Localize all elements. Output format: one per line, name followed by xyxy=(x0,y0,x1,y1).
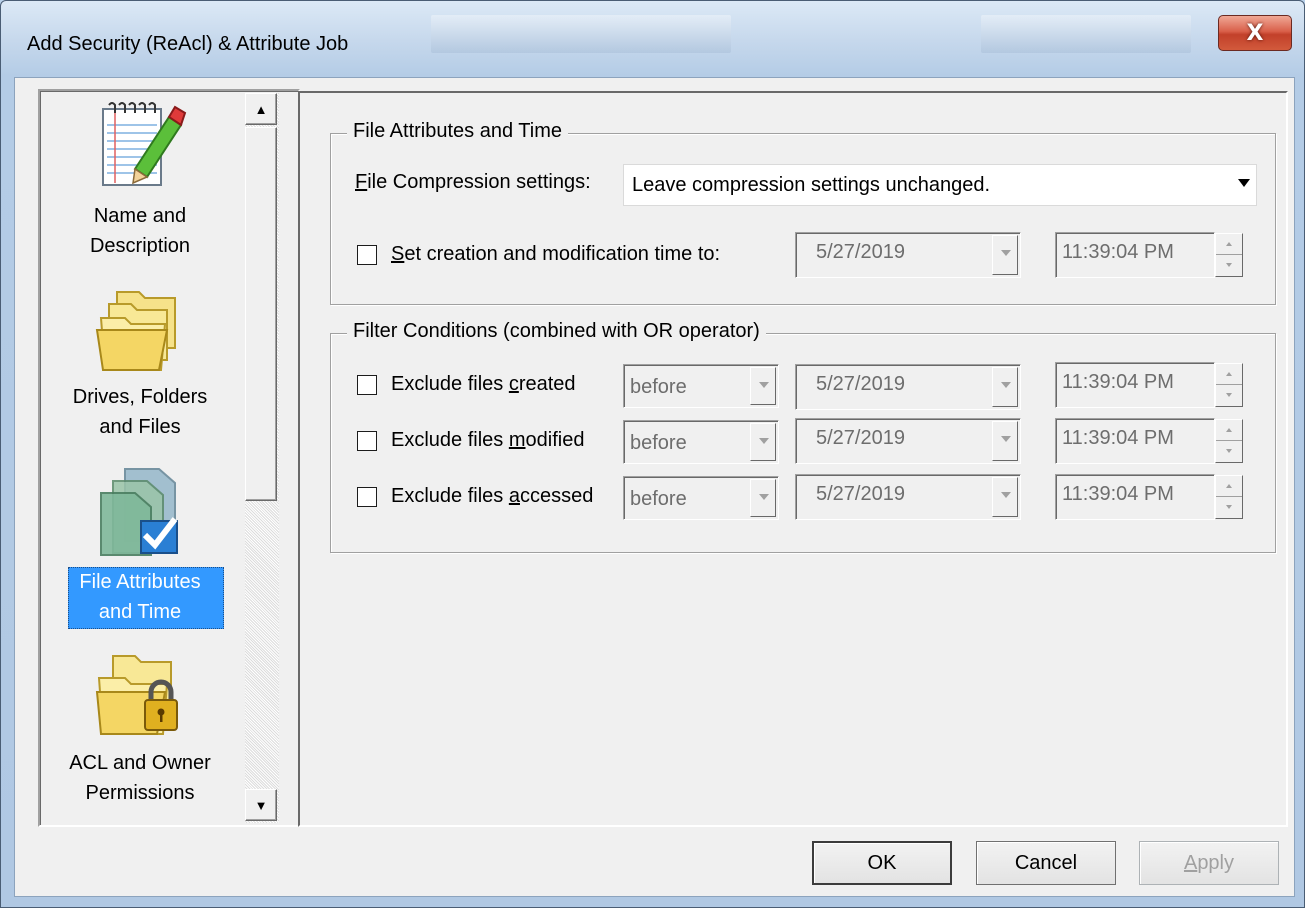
date-value: 5/27/2019 xyxy=(816,373,905,395)
nav-label-line2: Permissions xyxy=(85,782,195,804)
exclude-accessed-date-picker[interactable]: 5/27/2019 xyxy=(795,474,1021,520)
exclude-created-date-picker[interactable]: 5/27/2019 xyxy=(795,364,1021,410)
nav-item-drives-folders-files[interactable]: Drives, Folders and Files xyxy=(40,276,240,456)
filter-conditions-group: Filter Conditions (combined with OR oper… xyxy=(330,320,1276,553)
exclude-modified-time-field[interactable]: 11:39:04 PM xyxy=(1055,418,1215,464)
exclude-modified-date-picker[interactable]: 5/27/2019 xyxy=(795,418,1021,464)
notepad-pencil-icon xyxy=(102,102,187,186)
title-bar[interactable]: Add Security (ReAcl) & Attribute Job X xyxy=(1,1,1304,77)
spin-down-icon[interactable] xyxy=(1216,441,1242,462)
set-time-label: Set creation and modification time to: xyxy=(391,243,721,265)
exclude-modified-label: Exclude files modified xyxy=(391,429,585,451)
time-value: 11:39:04 PM xyxy=(1062,427,1174,449)
chevron-down-icon xyxy=(1238,179,1250,187)
file-attributes-group: File Attributes and Time File Compressio… xyxy=(330,120,1276,305)
exclude-modified-mode-dropdown[interactable]: before xyxy=(623,420,779,464)
nav-item-name-and-description[interactable]: Name and Description xyxy=(40,91,240,271)
nav-label-line1: File Attributes xyxy=(79,571,201,593)
exclude-created-mode-dropdown[interactable]: before xyxy=(623,364,779,408)
nav-item-file-attributes-and-time[interactable]: File Attributes and Time xyxy=(40,461,240,641)
exclude-accessed-mode-dropdown[interactable]: before xyxy=(623,476,779,520)
background-blur xyxy=(431,15,731,53)
spin-down-icon[interactable] xyxy=(1216,497,1242,518)
apply-label-key: A xyxy=(1183,852,1198,874)
scroll-down-arrow-icon: ▼ xyxy=(254,797,268,813)
spin-up-icon[interactable] xyxy=(1216,364,1242,385)
dialog-client-area: Name and Description Drives, Folders and… xyxy=(14,77,1295,897)
scroll-down-button[interactable]: ▼ xyxy=(245,789,277,821)
nav-item-acl-owner-permissions[interactable]: ACL and Owner Permissions xyxy=(40,646,240,826)
settings-panel: File Attributes and Time File Compressio… xyxy=(298,91,1288,827)
nav-label-line2: Description xyxy=(89,235,191,257)
compression-dropdown[interactable]: Leave compression settings unchanged. xyxy=(623,164,1257,206)
time-value: 11:39:04 PM xyxy=(1062,371,1174,393)
scroll-up-button[interactable]: ▲ xyxy=(245,93,277,125)
nav-label-line1: Name and xyxy=(93,205,187,227)
date-dropdown-button[interactable] xyxy=(992,235,1018,275)
group-legend: Filter Conditions (combined with OR oper… xyxy=(347,320,766,343)
scroll-up-arrow-icon: ▲ xyxy=(254,101,268,117)
compression-label: File Compression settings: xyxy=(355,171,591,193)
mode-value: before xyxy=(630,376,687,398)
date-value: 5/27/2019 xyxy=(816,241,905,263)
nav-label-line2: and Files xyxy=(99,416,181,438)
mode-dropdown-button[interactable] xyxy=(750,423,776,461)
vertical-scrollbar[interactable]: ▲ ▼ xyxy=(245,93,279,823)
ok-button[interactable]: OK xyxy=(812,841,952,885)
nav-label-line1: ACL and Owner xyxy=(69,752,211,774)
group-legend: File Attributes and Time xyxy=(347,120,568,143)
exclude-created-label: Exclude files created xyxy=(391,373,576,395)
mode-dropdown-button[interactable] xyxy=(750,479,776,517)
cancel-button[interactable]: Cancel xyxy=(976,841,1116,885)
apply-button[interactable]: Apply xyxy=(1139,841,1279,885)
set-time-spinner[interactable] xyxy=(1215,233,1243,277)
exclude-accessed-label: Exclude files accessed xyxy=(391,485,594,507)
exclude-accessed-checkbox[interactable] xyxy=(357,487,377,507)
background-blur xyxy=(981,15,1191,53)
set-time-date-picker[interactable]: 5/27/2019 xyxy=(795,232,1021,278)
date-value: 5/27/2019 xyxy=(816,483,905,505)
date-dropdown-button[interactable] xyxy=(992,421,1018,461)
nav-label-line1: Drives, Folders xyxy=(72,386,208,408)
mode-dropdown-button[interactable] xyxy=(750,367,776,405)
exclude-accessed-spinner[interactable] xyxy=(1215,475,1243,519)
folder-lock-icon xyxy=(95,655,178,735)
spin-up-icon[interactable] xyxy=(1216,476,1242,497)
mode-value: before xyxy=(630,488,687,510)
mode-value: before xyxy=(630,432,687,454)
exclude-accessed-time-field[interactable]: 11:39:04 PM xyxy=(1055,474,1215,520)
exclude-created-spinner[interactable] xyxy=(1215,363,1243,407)
folders-icon xyxy=(95,291,176,371)
date-dropdown-button[interactable] xyxy=(992,477,1018,517)
compression-value: Leave compression settings unchanged. xyxy=(632,174,991,196)
apply-label-rest: pply xyxy=(1197,852,1235,874)
spin-down-icon[interactable] xyxy=(1216,255,1242,276)
category-list[interactable]: Name and Description Drives, Folders and… xyxy=(38,89,300,827)
time-value: 11:39:04 PM xyxy=(1062,483,1174,505)
time-value: 11:39:04 PM xyxy=(1062,241,1174,263)
scroll-thumb[interactable] xyxy=(245,127,277,501)
spin-down-icon[interactable] xyxy=(1216,385,1242,406)
exclude-modified-checkbox[interactable] xyxy=(357,431,377,451)
spin-up-icon[interactable] xyxy=(1216,420,1242,441)
dialog-window: Add Security (ReAcl) & Attribute Job X N… xyxy=(0,0,1305,908)
close-button[interactable]: X xyxy=(1218,15,1292,51)
spin-up-icon[interactable] xyxy=(1216,234,1242,255)
set-time-checkbox[interactable] xyxy=(357,245,377,265)
close-icon: X xyxy=(1246,20,1264,46)
exclude-created-time-field[interactable]: 11:39:04 PM xyxy=(1055,362,1215,408)
window-title: Add Security (ReAcl) & Attribute Job xyxy=(27,33,349,55)
date-value: 5/27/2019 xyxy=(816,427,905,449)
file-attributes-check-icon xyxy=(100,468,178,556)
exclude-modified-spinner[interactable] xyxy=(1215,419,1243,463)
nav-label-line2: and Time xyxy=(98,601,182,623)
date-dropdown-button[interactable] xyxy=(992,367,1018,407)
exclude-created-checkbox[interactable] xyxy=(357,375,377,395)
set-time-time-field[interactable]: 11:39:04 PM xyxy=(1055,232,1215,278)
